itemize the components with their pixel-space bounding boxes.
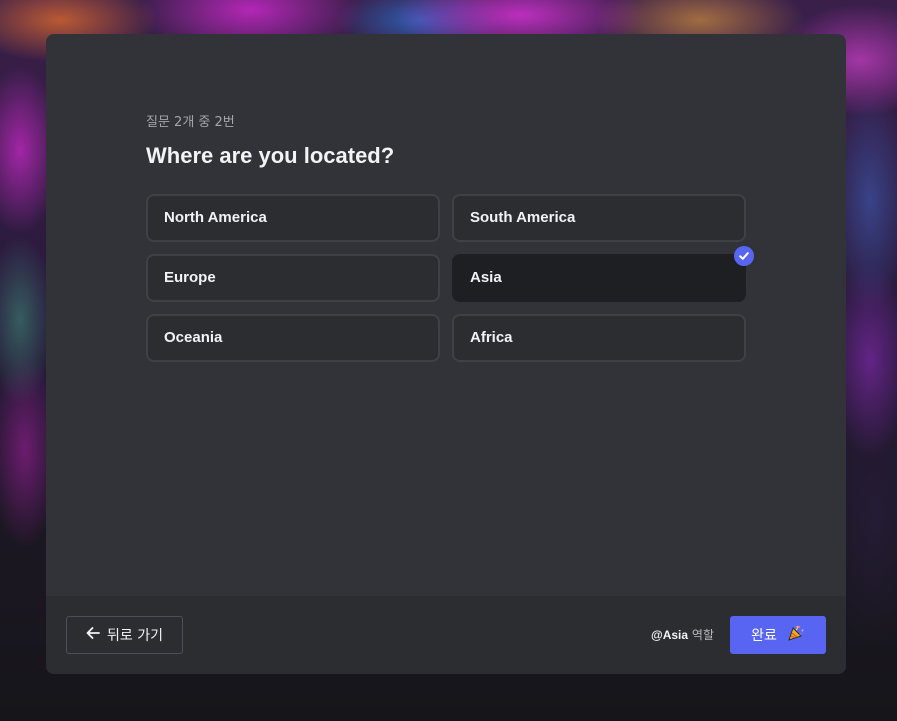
- modal-footer: 뒤로 가기 @Asia 역할 완료: [46, 596, 846, 674]
- option-north-america[interactable]: North America: [146, 194, 440, 242]
- done-button[interactable]: 완료: [730, 616, 826, 654]
- option-oceania[interactable]: Oceania: [146, 314, 440, 362]
- party-popper-icon: [787, 624, 805, 646]
- role-mention: @Asia: [651, 628, 689, 642]
- arrow-left-icon: [85, 625, 101, 645]
- onboarding-modal: 질문 2개 중 2번 Where are you located? North …: [46, 34, 846, 674]
- option-europe[interactable]: Europe: [146, 254, 440, 302]
- done-button-label: 완료: [751, 628, 777, 644]
- role-suffix: 역할: [691, 628, 714, 642]
- question-title: Where are you located?: [146, 143, 395, 168]
- option-asia-label: Asia: [470, 269, 502, 286]
- option-asia[interactable]: Asia: [452, 246, 754, 302]
- question-content: 질문 2개 중 2번 Where are you located? North …: [146, 112, 754, 362]
- back-button[interactable]: 뒤로 가기: [66, 616, 183, 654]
- option-south-america[interactable]: South America: [452, 194, 746, 242]
- option-africa[interactable]: Africa: [452, 314, 746, 362]
- question-counter: 질문 2개 중 2번: [146, 115, 235, 130]
- role-assignment-text: @Asia 역할: [651, 626, 714, 644]
- checkmark-icon: [734, 246, 754, 266]
- back-button-label: 뒤로 가기: [107, 628, 163, 644]
